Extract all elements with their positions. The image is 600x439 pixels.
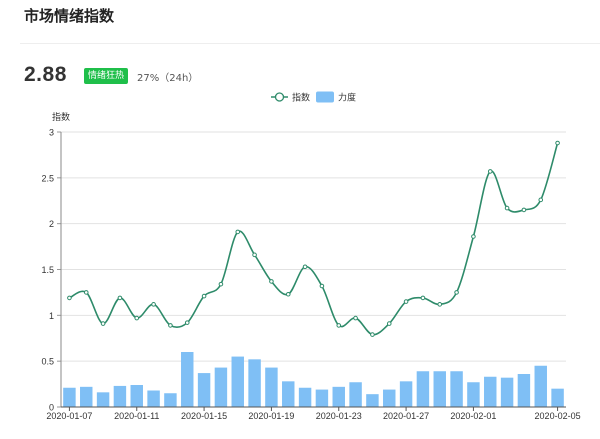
bar xyxy=(315,389,329,407)
x-tick-label: 2020-02-01 xyxy=(450,411,496,421)
bar xyxy=(130,385,143,407)
y-tick-label: 0.5 xyxy=(41,357,54,367)
index-point xyxy=(504,205,510,211)
index-point xyxy=(353,315,358,321)
line-layer xyxy=(67,140,560,337)
bar xyxy=(433,371,446,407)
bar xyxy=(500,377,514,407)
x-tick-label: 2020-01-15 xyxy=(181,411,227,421)
bar xyxy=(383,389,396,407)
legend-label-strength[interactable]: 力度 xyxy=(338,92,356,104)
index-point xyxy=(184,320,190,325)
bar xyxy=(248,359,261,407)
bar-layer xyxy=(63,352,564,407)
index-point xyxy=(269,279,274,284)
bar xyxy=(231,356,244,407)
index-point xyxy=(386,321,392,326)
axis-layer: 00.511.522.53指数2020-01-07 2020-01-11 2020-… xyxy=(41,111,580,421)
index-point xyxy=(285,291,291,297)
index-line xyxy=(69,142,559,336)
x-tick-label: 2020-01-07 xyxy=(46,411,92,421)
bar xyxy=(282,381,295,407)
x-tick-label: 2020-01-27 xyxy=(383,411,429,421)
bar xyxy=(265,367,278,407)
bar xyxy=(164,393,177,407)
bar xyxy=(484,376,497,407)
index-point xyxy=(151,302,156,307)
index-point xyxy=(454,290,459,295)
bar xyxy=(147,390,160,407)
index-point xyxy=(538,197,544,203)
legend[interactable]: 指数 力度 xyxy=(271,91,356,104)
y-tick-label: 2.5 xyxy=(41,173,54,183)
index-point xyxy=(218,281,224,287)
bar xyxy=(181,352,194,407)
index-point xyxy=(420,295,426,301)
index-point xyxy=(201,293,207,299)
bar xyxy=(96,392,110,407)
bar xyxy=(534,365,547,407)
y-tick-label: 1 xyxy=(49,311,54,321)
bar xyxy=(399,381,413,407)
x-tick-label: 2020-01-19 xyxy=(248,411,294,421)
y-tick-label: 2 xyxy=(49,219,54,229)
index-point xyxy=(471,234,476,239)
bar xyxy=(366,394,379,407)
index-point xyxy=(336,323,342,328)
index-point xyxy=(302,264,308,270)
y-tick-label: 1.5 xyxy=(41,265,54,275)
index-point xyxy=(134,315,140,321)
legend-line-marker[interactable] xyxy=(274,92,285,102)
index-point xyxy=(319,283,325,289)
y-tick-label: 3 xyxy=(49,128,54,138)
x-tick-label: 2020-01-11 xyxy=(114,411,159,421)
index-point xyxy=(67,295,72,301)
index-point xyxy=(521,207,527,213)
index-point xyxy=(370,332,375,337)
bar xyxy=(113,385,127,407)
sentiment-chart: 00.511.522.53指数2020-01-07 2020-01-11 2020-… xyxy=(41,91,581,421)
bar xyxy=(416,371,430,407)
index-point xyxy=(437,302,443,307)
grid-layer xyxy=(61,131,566,362)
bar xyxy=(551,388,564,407)
bar xyxy=(214,367,228,407)
index-point xyxy=(403,299,409,304)
index-point xyxy=(100,321,106,326)
index-point xyxy=(117,295,123,301)
index-point xyxy=(555,140,560,146)
bar xyxy=(517,374,531,407)
bar xyxy=(63,387,76,407)
index-point xyxy=(235,229,241,235)
legend-bar-swatch[interactable] xyxy=(316,91,334,103)
index-point xyxy=(168,323,173,328)
y-axis-title: 指数 xyxy=(52,111,70,123)
bar xyxy=(80,386,93,407)
x-tick-label: 2020-02-05 xyxy=(535,411,581,421)
bar xyxy=(332,386,345,407)
bar xyxy=(450,371,463,407)
bar xyxy=(349,382,362,407)
bar xyxy=(298,387,312,407)
bar xyxy=(197,373,211,407)
index-point xyxy=(252,252,257,258)
bar xyxy=(467,382,480,407)
x-tick-label: 2020-01-23 xyxy=(316,411,362,421)
index-point xyxy=(487,169,493,174)
index-point xyxy=(83,290,89,295)
legend-label-index[interactable]: 指数 xyxy=(292,92,310,104)
